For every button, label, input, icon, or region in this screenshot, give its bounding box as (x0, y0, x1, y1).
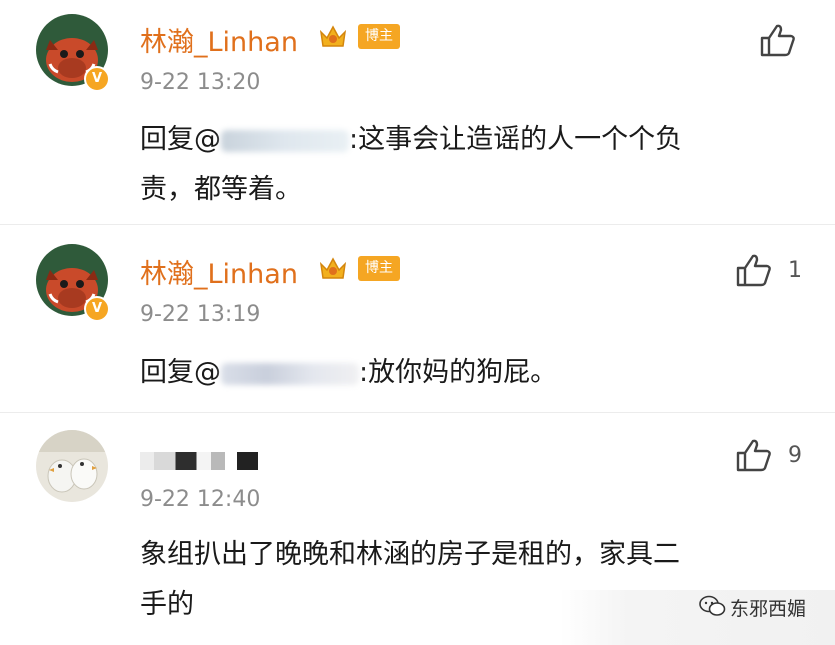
comment-text-line2: 责，都等着。 (140, 174, 302, 205)
comment-time: 9-22 12:40 (140, 487, 261, 512)
comment-time: 9-22 13:20 (140, 70, 261, 95)
thumbs-up-icon[interactable] (734, 252, 774, 288)
verified-v-icon: V (84, 66, 110, 92)
comment-text: 象组扒出了晚晚和林涵的房子是租的，家具二 (140, 539, 680, 570)
reply-text: :放你妈的狗屁。 (359, 357, 558, 388)
reply-text: :这事会让造谣的人一个个负 (349, 124, 683, 155)
author-tag: 博主 (358, 24, 400, 49)
watermark-text: 东邪西媚 (730, 598, 807, 620)
comment-text: 回复@ :这事会让造谣的人一个个负 (140, 115, 682, 165)
reply-prefix: 回复@ (140, 124, 221, 155)
username[interactable]: 林瀚_Linhan (140, 252, 298, 291)
wechat-icon (699, 595, 726, 616)
bird-avatar-icon (36, 430, 108, 502)
like-count: 1 (788, 258, 802, 283)
divider (0, 412, 835, 413)
thumbs-up-icon[interactable] (758, 22, 798, 58)
reply-prefix: 回复@ (140, 357, 221, 388)
crown-icon (319, 257, 347, 279)
comment-text: 回复@ :放你妈的狗屁。 (140, 348, 557, 398)
comment-time: 9-22 13:19 (140, 302, 261, 327)
verified-v-icon: V (84, 296, 110, 322)
comment-text-line2: 手的 (140, 589, 194, 620)
thumbs-up-icon[interactable] (734, 437, 774, 473)
redacted-mention (221, 129, 349, 152)
like-count: 9 (788, 443, 802, 468)
author-tag: 博主 (358, 256, 400, 281)
avatar[interactable] (36, 430, 108, 502)
divider (0, 224, 835, 225)
crown-icon (319, 25, 347, 47)
username[interactable]: 林瀚_Linhan (140, 20, 298, 59)
redacted-mention (221, 362, 359, 385)
